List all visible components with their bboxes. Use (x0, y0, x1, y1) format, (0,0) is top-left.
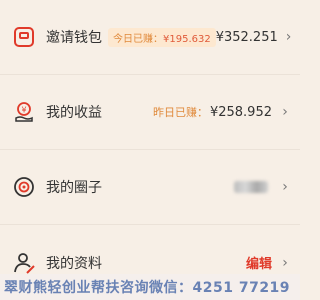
account-menu: 邀请钱包 今日已赚：¥195.632 ¥352.251 › ¥ 我的收益 昨日已… (0, 0, 300, 300)
menu-item-my-circle[interactable]: 我的圈子 › (0, 150, 300, 225)
yuan-hand-icon: ¥ (10, 98, 38, 126)
my-profile-label: 我的资料 (46, 255, 102, 272)
my-earnings-amount: ¥258.952 (209, 104, 272, 120)
svg-text:¥: ¥ (21, 106, 26, 115)
yesterday-earned-prefix: 昨日已赚： (152, 106, 208, 119)
today-earned-badge: 今日已赚：¥195.632 (108, 27, 216, 47)
chevron-right-icon: › (282, 104, 288, 120)
edit-profile-link[interactable]: 编辑 (246, 253, 272, 272)
wallet-icon (10, 23, 38, 51)
invite-wallet-balance: ¥352.251 (215, 29, 278, 45)
my-earnings-label: 我的收益 (46, 105, 102, 121)
profile-edit-icon (10, 249, 38, 277)
circle-target-icon (10, 173, 38, 201)
my-circle-label: 我的圈子 (46, 180, 102, 196)
menu-item-my-earnings[interactable]: ¥ 我的收益 昨日已赚： ¥258.952 › (0, 75, 300, 150)
chevron-right-icon: › (282, 254, 288, 271)
chevron-right-icon: › (285, 29, 292, 45)
watermark-text: 翠财熊轻创业帮扶咨询微信：4251 77219 (0, 274, 300, 300)
menu-item-invite-wallet[interactable]: 邀请钱包 今日已赚：¥195.632 ¥352.251 › (0, 0, 300, 75)
today-earned-amount: ¥195.632 (163, 33, 211, 45)
chevron-right-icon: › (282, 179, 288, 195)
today-earned-prefix: 今日已赚： (113, 33, 163, 45)
invite-wallet-label: 邀请钱包 (46, 30, 102, 46)
redacted-value (234, 181, 268, 193)
